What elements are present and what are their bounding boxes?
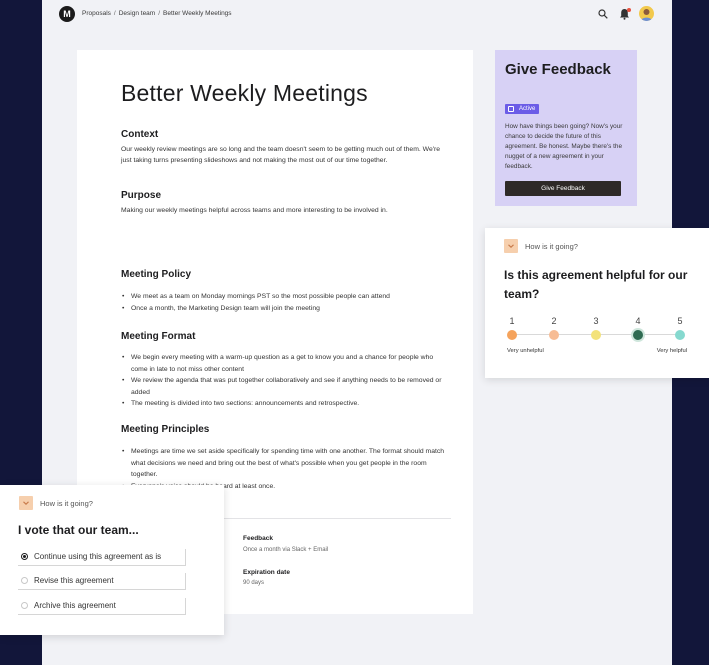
list-item: We begin every meeting with a warm-up qu… [121,352,451,375]
radio-button[interactable] [21,602,28,609]
expiration-meta-text: 90 days [243,580,265,586]
feedback-card-title: Give Feedback [505,61,611,78]
chevron-down-icon [508,244,514,248]
breadcrumb-separator: / [158,10,161,17]
policy-heading: Meeting Policy [121,269,192,280]
breadcrumb-separator: / [113,10,116,17]
search-icon[interactable] [598,9,608,19]
vote-option-label: Revise this agreement [34,576,114,585]
calendar-icon [508,106,514,112]
context-heading: Context [121,129,159,140]
breadcrumb-current-page: Better Weekly Meetings [163,10,232,17]
rating-option-2[interactable] [549,330,559,340]
expiration-meta-title: Expiration date [243,569,290,576]
breadcrumb-design-team[interactable]: Design team [119,10,156,17]
rating-option-4[interactable] [633,330,643,340]
vote-popup: How is it going? I vote that our team...… [0,485,224,635]
feedback-card-description: How have things been going? Now's your c… [505,123,623,170]
rating-option-5[interactable] [675,330,685,340]
vote-option-revise[interactable]: Revise this agreement [18,573,186,590]
rating-low-label: Very unhelpful [507,348,544,354]
rating-question: Is this agreement helpful for our team? [504,268,688,301]
vote-option-label: Archive this agreement [34,601,116,610]
rating-number-1: 1 [509,316,515,326]
rating-high-label: Very helpful [656,348,687,354]
collapse-button[interactable] [19,496,33,510]
rating-option-1[interactable] [507,330,517,340]
purpose-text: Making our weekly meetings helpful acros… [121,207,388,214]
purpose-heading: Purpose [121,190,162,201]
breadcrumb: Proposals / Design team / Better Weekly … [82,10,232,17]
vote-option-label: Continue using this agreement as is [34,552,162,561]
list-item: The meeting is divided into two sections… [121,398,451,410]
list-item: We meet as a team on Monday mornings PST… [121,291,451,303]
rating-number-4: 4 [635,316,641,326]
status-badge-label: Active [519,106,536,112]
radio-button[interactable] [21,577,28,584]
format-heading: Meeting Format [121,331,196,342]
status-badge: Active [505,104,540,114]
popup-label: How is it going? [40,499,93,508]
vote-option-continue[interactable]: Continue using this agreement as is [18,549,186,566]
feedback-meta-title: Feedback [243,535,273,542]
notification-dot [627,8,631,12]
page-title: Better Weekly Meetings [121,80,368,106]
give-feedback-card: Give Feedback Active How have things bee… [495,50,637,206]
list-item: We review the agenda that was put togeth… [121,375,451,398]
vote-question: I vote that our team... [18,523,139,537]
popup-label: How is it going? [525,242,578,251]
principles-heading: Meeting Principles [121,424,210,435]
avatar[interactable] [639,6,654,21]
app-logo[interactable]: M [59,6,75,22]
feedback-meta-text: Once a month via Slack + Email [243,547,329,553]
radio-button[interactable] [21,553,28,560]
rating-popup: How is it going? Is this agreement helpf… [485,228,709,378]
format-list: We begin every meeting with a warm-up qu… [121,352,451,410]
give-feedback-button[interactable]: Give Feedback [505,181,621,196]
breadcrumb-proposals[interactable]: Proposals [82,10,111,17]
rating-number-3: 3 [593,316,599,326]
chevron-down-icon [23,501,29,505]
list-item: Once a month, the Marketing Design team … [121,303,451,315]
rating-number-5: 5 [677,316,683,326]
policy-list: We meet as a team on Monday mornings PST… [121,291,451,314]
list-item: Meetings are time we set aside specifica… [121,446,451,481]
vote-option-archive[interactable]: Archive this agreement [18,598,186,615]
collapse-button[interactable] [504,239,518,253]
rating-number-2: 2 [551,316,557,326]
context-text: Our weekly review meetings are so long a… [121,146,441,164]
rating-option-3[interactable] [591,330,601,340]
